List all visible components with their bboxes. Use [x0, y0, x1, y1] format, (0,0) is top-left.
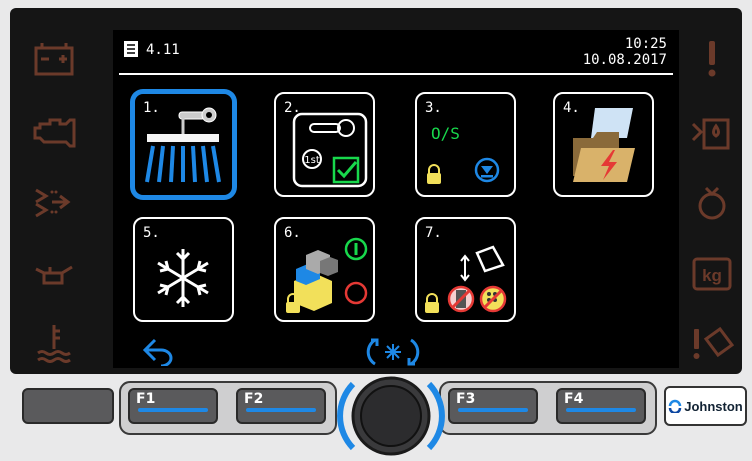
weight-kg-icon: kg [680, 248, 744, 298]
hopper-icon [680, 177, 744, 227]
rotary-dial[interactable] [337, 374, 445, 457]
svg-text:kg: kg [702, 266, 722, 285]
tile-winter-mode[interactable]: 5. [133, 217, 234, 322]
exhaust-icon [22, 177, 86, 227]
back-arrow-icon[interactable] [141, 336, 181, 370]
tile-brush-settings[interactable]: 1. [133, 92, 234, 197]
f4-key[interactable]: F4 [556, 388, 646, 424]
f4-indicator [566, 408, 636, 412]
time-text: 10:25 [624, 36, 667, 52]
warning-exclaim-icon [680, 34, 744, 84]
f3-indicator [458, 408, 528, 412]
battery-icon [22, 34, 86, 84]
f2-label: F2 [244, 391, 264, 407]
download-icon [427, 157, 500, 184]
f2-key[interactable]: F2 [236, 388, 326, 424]
clock: 10:25 10.08.2017 [583, 36, 667, 68]
brand-name: Johnston [684, 398, 743, 414]
tile-os-update[interactable]: 3. O/S [415, 92, 516, 197]
f1-label: F1 [136, 391, 156, 407]
tile-first-service[interactable]: 2. 1st [274, 92, 375, 197]
coolant-temp-icon [22, 318, 86, 368]
f1-indicator [138, 408, 208, 412]
folder-error-icon [573, 108, 635, 182]
brush-spray-icon [145, 107, 221, 183]
tile-machine-on-off[interactable]: 6. [274, 217, 375, 322]
dial-rotate-press-icon [363, 336, 423, 372]
document-icon [123, 40, 139, 62]
tile-remote-tilt[interactable]: 7. [415, 217, 516, 322]
snowflake-icon [157, 249, 209, 307]
remote-tilt-icon [425, 245, 507, 313]
f3-key[interactable]: F3 [448, 388, 538, 424]
johnston-logo-icon [669, 399, 682, 413]
software-version: 4.11 [146, 42, 180, 58]
main-screen: 4.11 10:25 10.08.2017 1. 2. 1st 3. O/S 4… [113, 30, 679, 368]
date-text: 10.08.2017 [582, 52, 667, 68]
lock-icon [427, 164, 441, 184]
lock-icon [286, 293, 300, 313]
header-divider [119, 73, 673, 75]
machine-power-icon [286, 237, 368, 313]
f2-indicator [246, 408, 316, 412]
f3-label: F3 [456, 391, 476, 407]
f4-label: F4 [564, 391, 584, 407]
water-tank-icon [680, 107, 744, 157]
tilt-warning-icon [680, 318, 744, 368]
engine-icon [22, 107, 86, 157]
blank-key[interactable] [22, 388, 114, 424]
oil-can-icon [22, 248, 86, 298]
lock-icon [425, 293, 439, 313]
f1-key[interactable]: F1 [128, 388, 218, 424]
svg-text:1st: 1st [304, 155, 320, 166]
tile-error-log[interactable]: 4. [553, 92, 654, 197]
first-service-icon: 1st [292, 112, 368, 188]
brand-logo: Johnston [664, 386, 747, 426]
